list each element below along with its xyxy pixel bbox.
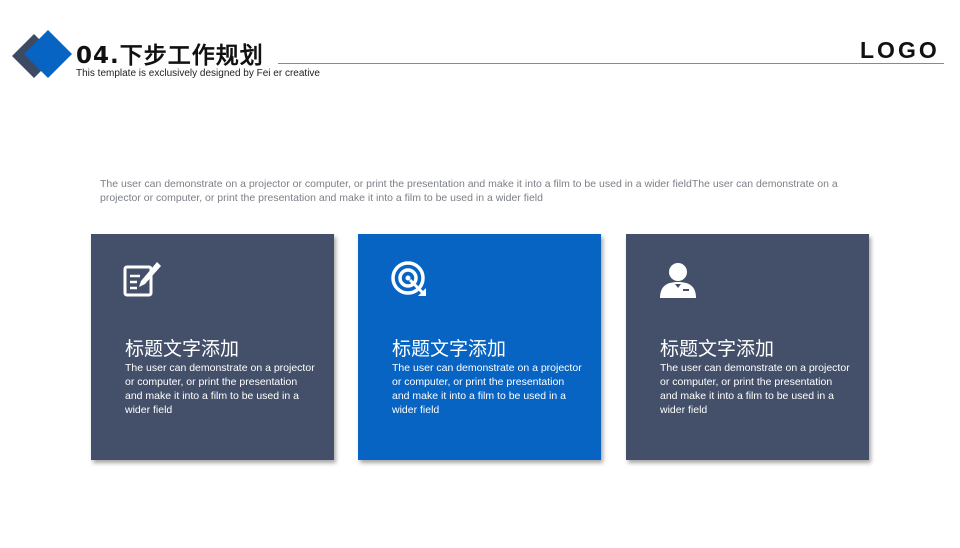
card-3: 标题文字添加 The user can demonstrate on a pro… xyxy=(626,234,869,460)
card-title: 标题文字添加 xyxy=(660,338,775,360)
card-body: The user can demonstrate on a projector … xyxy=(660,362,850,416)
card-title: 标题文字添加 xyxy=(125,338,240,360)
page-subtitle: This template is exclusively designed by… xyxy=(76,68,320,79)
card-title: 标题文字添加 xyxy=(392,338,507,360)
logo-text: LOGO xyxy=(860,37,940,63)
card-body: The user can demonstrate on a projector … xyxy=(125,362,315,416)
card-1: 标题文字添加 The user can demonstrate on a pro… xyxy=(91,234,334,460)
card-body: The user can demonstrate on a projector … xyxy=(392,362,582,416)
intro-paragraph: The user can demonstrate on a projector … xyxy=(100,178,838,204)
target-icon xyxy=(391,261,426,296)
user-icon xyxy=(660,263,696,298)
card-2: 标题文字添加 The user can demonstrate on a pro… xyxy=(358,234,601,460)
header-divider xyxy=(278,63,944,64)
diamond-logo-icon xyxy=(12,30,72,78)
page-title: 04.下步工作规划 xyxy=(76,43,264,69)
edit-document-icon xyxy=(123,262,161,297)
